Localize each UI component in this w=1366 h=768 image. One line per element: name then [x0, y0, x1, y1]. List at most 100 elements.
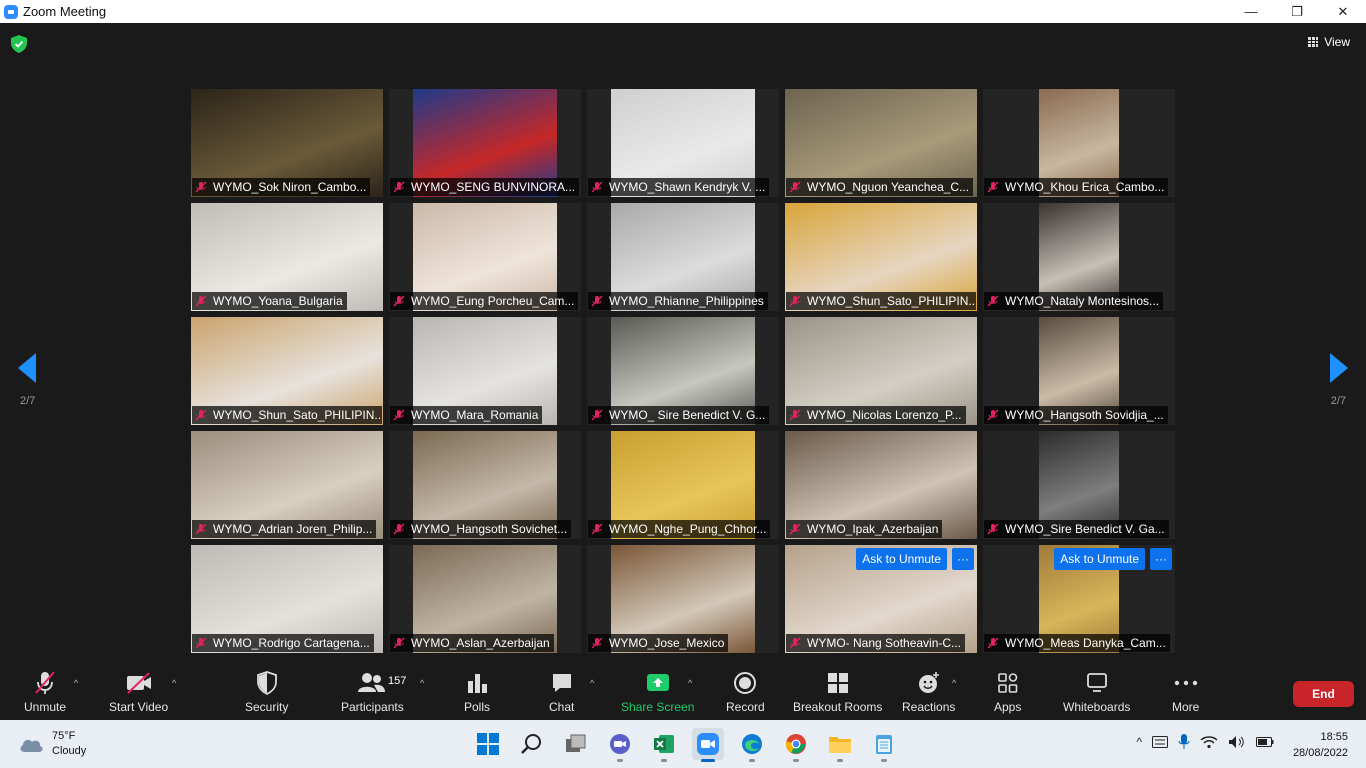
muted-mic-icon [195, 181, 207, 193]
more-button[interactable]: More [1172, 670, 1199, 714]
muted-mic-icon [987, 295, 999, 307]
reactions-button[interactable]: Reactions [902, 670, 955, 714]
chat-options-caret[interactable]: ^ [590, 678, 594, 688]
participant-tile[interactable]: WYMO_Jose_Mexico [587, 545, 779, 653]
participants-options-caret[interactable]: ^ [420, 678, 424, 688]
participant-more-options-button[interactable]: ··· [1150, 548, 1172, 570]
participant-tile[interactable]: WYMO_Adrian Joren_Philip... [191, 431, 383, 539]
participant-tile[interactable]: WYMO_Nicolas Lorenzo_P... [785, 317, 977, 425]
participant-name-label: WYMO- Nang Sotheavin-C... [786, 634, 966, 652]
muted-mic-icon [591, 295, 603, 307]
participant-tile[interactable]: WYMO- Nang Sotheavin-C... Ask to Unmute ··… [785, 545, 977, 653]
muted-mic-icon [987, 523, 999, 535]
participant-name: WYMO_Yoana_Bulgaria [213, 294, 343, 308]
zoom-app[interactable] [692, 728, 724, 762]
close-button[interactable]: ✕ [1320, 0, 1366, 23]
share-options-caret[interactable]: ^ [688, 678, 692, 688]
participant-name-label: WYMO_Shun_Sato_PHILIPIN... [786, 292, 976, 310]
breakout-rooms-button[interactable]: Breakout Rooms [793, 670, 882, 714]
participant-name-label: WYMO_Mara_Romania [390, 406, 543, 424]
participant-tile[interactable]: WYMO_Mara_Romania [389, 317, 581, 425]
audio-options-caret[interactable]: ^ [74, 678, 78, 688]
participant-tile[interactable]: WYMO_Nghe_Pung_Chhor... [587, 431, 779, 539]
participant-name: WYMO_Nataly Montesinos... [1005, 294, 1160, 308]
start-video-button[interactable]: Start Video [109, 670, 168, 714]
reactions-options-caret[interactable]: ^ [952, 678, 956, 688]
window-controls: — ❐ ✕ [1228, 0, 1366, 23]
excel-icon [654, 735, 674, 753]
volume-icon[interactable] [1228, 735, 1246, 749]
participant-tile[interactable]: WYMO_Rhianne_Philippines [587, 203, 779, 311]
system-clock[interactable]: 18:55 28/08/2022 [1293, 729, 1348, 761]
participant-tile[interactable]: WYMO_Shun_Sato_PHILIPIN... [785, 203, 977, 311]
participant-tile[interactable]: WYMO_Nataly Montesinos... [983, 203, 1175, 311]
participant-tile[interactable]: WYMO_Sok Niron_Cambo... [191, 89, 383, 197]
chrome-app[interactable] [780, 728, 812, 762]
video-off-icon [125, 670, 153, 696]
participant-name: WYMO- Nang Sotheavin-C... [807, 636, 962, 650]
ask-to-unmute-button[interactable]: Ask to Unmute [1054, 548, 1145, 570]
participant-name: WYMO_Mara_Romania [411, 408, 539, 422]
participant-tile[interactable]: WYMO_Eung Porcheu_Cam... [389, 203, 581, 311]
participant-tile[interactable]: WYMO_Nguon Yeanchea_C... [785, 89, 977, 197]
start-button[interactable] [472, 728, 504, 760]
participant-name-label: WYMO_Khou Erica_Cambo... [984, 178, 1169, 196]
end-meeting-button[interactable]: End [1293, 681, 1354, 707]
task-view-button[interactable] [560, 728, 592, 760]
edge-app[interactable] [736, 728, 768, 762]
chrome-browser-icon [785, 734, 806, 754]
participant-tile[interactable]: WYMO_Sire Benedict V. Ga... [983, 431, 1175, 539]
excel-app[interactable] [648, 728, 680, 762]
participant-tile[interactable]: WYMO_Shawn Kendryk V. ... [587, 89, 779, 197]
participant-tile[interactable]: WYMO_Meas Danyka_Cam... Ask to Unmute ··· [983, 545, 1175, 653]
security-button[interactable]: Security [245, 670, 288, 714]
muted-mic-icon [987, 637, 999, 649]
next-page-arrow-icon[interactable] [1328, 353, 1348, 383]
participant-tile[interactable]: WYMO_Yoana_Bulgaria [191, 203, 383, 311]
battery-icon[interactable] [1256, 736, 1274, 748]
participant-more-options-button[interactable]: ··· [952, 548, 974, 570]
participant-tile[interactable]: WYMO_Hangsoth Sovichet... [389, 431, 581, 539]
ask-to-unmute-button[interactable]: Ask to Unmute [856, 548, 947, 570]
participant-name-label: WYMO_Ipak_Azerbaijan [786, 520, 943, 538]
apps-button[interactable]: Apps [994, 670, 1021, 714]
participant-name-label: WYMO_Jose_Mexico [588, 634, 729, 652]
teams-meet-app[interactable] [604, 728, 636, 762]
view-button[interactable]: View [1308, 35, 1350, 49]
participant-tile[interactable]: WYMO_Khou Erica_Cambo... [983, 89, 1175, 197]
participant-name: WYMO_Eung Porcheu_Cam... [411, 294, 575, 308]
microphone-in-use-icon[interactable] [1178, 734, 1190, 750]
participant-tile[interactable]: WYMO_Shun_Sato_PHILIPIN... [191, 317, 383, 425]
participant-tile[interactable]: WYMO_SENG BUNVINORA... [389, 89, 581, 197]
participant-name: WYMO_Shun_Sato_PHILIPIN... [807, 294, 976, 308]
participants-count: 157 [388, 675, 407, 687]
minimize-button[interactable]: — [1228, 0, 1274, 23]
participant-tile[interactable]: WYMO_Ipak_Azerbaijan [785, 431, 977, 539]
restore-button[interactable]: ❐ [1274, 0, 1320, 23]
window-title: Zoom Meeting [23, 4, 107, 19]
file-explorer-app[interactable] [824, 728, 856, 762]
muted-mic-icon [393, 295, 405, 307]
video-options-caret[interactable]: ^ [172, 678, 176, 688]
weather-widget[interactable]: 75°F Cloudy [18, 729, 86, 759]
search-button[interactable] [516, 728, 548, 760]
chat-button[interactable]: Chat [549, 670, 574, 714]
record-button[interactable]: Record [726, 670, 765, 714]
wifi-icon[interactable] [1200, 735, 1218, 749]
previous-page-arrow-icon[interactable] [18, 353, 38, 383]
participant-tile[interactable]: WYMO_Hangsoth Sovidjia_... [983, 317, 1175, 425]
encryption-shield-icon[interactable] [11, 35, 27, 53]
view-label: View [1324, 35, 1350, 49]
keyboard-icon[interactable] [1152, 736, 1168, 748]
unmute-button[interactable]: Unmute [24, 670, 66, 714]
participant-name: WYMO_Nguon Yeanchea_C... [807, 180, 970, 194]
participant-tile[interactable]: WYMO_Rodrigo Cartagena... [191, 545, 383, 653]
show-hidden-icons-caret[interactable]: ^ [1136, 735, 1142, 749]
participant-name: WYMO_Rhianne_Philippines [609, 294, 764, 308]
share-screen-button[interactable]: Share Screen [621, 670, 694, 714]
participant-tile[interactable]: WYMO_Aslan_Azerbaijan [389, 545, 581, 653]
whiteboards-button[interactable]: Whiteboards [1063, 670, 1130, 714]
participant-tile[interactable]: WYMO_ Sire Benedict V. G... [587, 317, 779, 425]
polls-button[interactable]: Polls [464, 670, 490, 714]
notepad-app[interactable] [868, 728, 900, 762]
